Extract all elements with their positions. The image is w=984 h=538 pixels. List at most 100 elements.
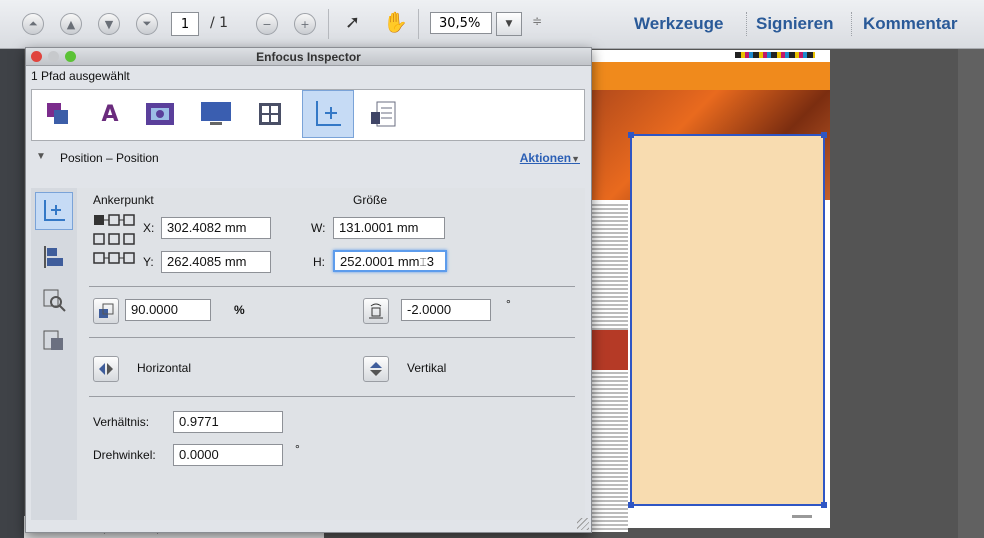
angle-field[interactable]: 0.0000 bbox=[173, 444, 283, 466]
chevron-down-icon: ▼ bbox=[505, 19, 513, 29]
inspector-titlebar[interactable]: Enfocus Inspector bbox=[26, 48, 591, 66]
comment-menu[interactable]: Kommentar bbox=[863, 14, 957, 34]
image-icon bbox=[146, 103, 174, 125]
rotate-button[interactable] bbox=[363, 298, 389, 324]
flip-horizontal-label[interactable]: Horizontal bbox=[137, 361, 191, 375]
toolbar-divider bbox=[328, 9, 329, 39]
selection-handle[interactable] bbox=[821, 502, 827, 508]
tab-image[interactable] bbox=[144, 98, 176, 130]
minus-icon: − bbox=[262, 17, 272, 31]
object-icon bbox=[47, 103, 68, 124]
y-position-field[interactable]: 262.4085 mm bbox=[161, 251, 271, 273]
zoom-out-button[interactable]: − bbox=[256, 13, 278, 35]
toolbar-overflow-icon[interactable]: ≑ bbox=[532, 14, 542, 28]
tools-menu[interactable]: Werkzeuge bbox=[634, 14, 723, 34]
transform-icon bbox=[43, 330, 63, 350]
last-page-icon: ⏷ bbox=[142, 17, 152, 30]
x-position-field[interactable]: 302.4082 mm bbox=[161, 217, 271, 239]
selection-status: 1 Pfad ausgewählt bbox=[31, 69, 130, 83]
grid-icon bbox=[259, 103, 281, 125]
subtab-align[interactable] bbox=[35, 238, 73, 276]
position-panel: Ankerpunkt Größe X: 302.4082 mm Y: 262.4… bbox=[77, 188, 585, 520]
tab-layout[interactable] bbox=[254, 98, 286, 130]
subtab-transform[interactable] bbox=[35, 322, 73, 360]
angle-unit: ° bbox=[295, 442, 300, 456]
actions-menu[interactable]: Aktionen▼ bbox=[520, 151, 580, 165]
first-page-button[interactable]: ⏶ bbox=[22, 13, 44, 35]
rotate-field[interactable]: -2.0000 bbox=[401, 299, 491, 321]
height-field[interactable]: 252.0001 mm⌶3 bbox=[333, 250, 447, 272]
anchor-label: Ankerpunkt bbox=[93, 193, 154, 207]
width-label: W: bbox=[311, 221, 326, 235]
select-arrow-icon[interactable]: ➚ bbox=[345, 12, 360, 33]
tab-text[interactable]: A bbox=[94, 98, 126, 130]
flip-vertical-label[interactable]: Vertikal bbox=[407, 361, 446, 375]
hand-tool-icon[interactable]: ✋ bbox=[383, 10, 408, 34]
selection-handle[interactable] bbox=[628, 132, 634, 138]
resize-handle[interactable] bbox=[577, 518, 589, 530]
zoom-in-button[interactable]: + bbox=[294, 13, 316, 35]
enfocus-inspector-panel: Enfocus Inspector 1 Pfad ausgewählt A ▼ … bbox=[25, 47, 592, 533]
scale-field[interactable]: 90.0000 bbox=[125, 299, 211, 321]
next-page-button[interactable]: ▼ bbox=[98, 13, 120, 35]
flip-horizontal-button[interactable] bbox=[93, 356, 119, 382]
typed-character: 3 bbox=[426, 254, 434, 269]
orange-header-band bbox=[570, 62, 830, 90]
percent-unit: % bbox=[234, 303, 245, 317]
angle-label: Drehwinkel: bbox=[93, 448, 156, 462]
page-number-input[interactable]: 1 bbox=[171, 12, 199, 36]
height-label: H: bbox=[313, 255, 325, 269]
inspector-tab-bar: A bbox=[31, 89, 585, 141]
flip-horizontal-icon bbox=[99, 363, 113, 375]
menu-divider bbox=[746, 12, 748, 36]
position-icon bbox=[316, 101, 341, 126]
subtab-inspect[interactable] bbox=[35, 280, 73, 318]
previous-page-button[interactable]: ▲ bbox=[60, 13, 82, 35]
flip-vertical-button[interactable] bbox=[363, 356, 389, 382]
divider bbox=[89, 337, 575, 338]
rotate-icon bbox=[369, 303, 383, 319]
arrow-up-icon: ▲ bbox=[66, 17, 76, 31]
right-panel-edge bbox=[958, 48, 984, 538]
magnify-doc-icon bbox=[43, 289, 66, 312]
x-label: X: bbox=[143, 221, 155, 235]
position-subtab-column bbox=[31, 188, 77, 520]
sign-menu[interactable]: Signieren bbox=[756, 14, 833, 34]
selection-handle[interactable] bbox=[821, 132, 827, 138]
last-page-button[interactable]: ⏷ bbox=[136, 13, 158, 35]
text-cursor-icon: ⌶ bbox=[419, 255, 427, 269]
align-icon bbox=[44, 246, 63, 268]
size-label: Größe bbox=[353, 193, 388, 207]
plus-icon: + bbox=[300, 17, 310, 31]
first-page-icon: ⏶ bbox=[28, 17, 38, 30]
disclosure-triangle-icon[interactable]: ▼ bbox=[36, 151, 46, 162]
left-navigation-strip bbox=[0, 48, 24, 538]
subtab-position[interactable] bbox=[35, 192, 73, 230]
y-label: Y: bbox=[143, 255, 154, 269]
ratio-label: Verhältnis: bbox=[93, 415, 150, 429]
zoom-field[interactable]: 30,5% bbox=[430, 12, 492, 34]
monitor-icon bbox=[201, 102, 231, 125]
width-field[interactable]: 131.0001 mm bbox=[333, 217, 445, 239]
selected-path[interactable] bbox=[628, 132, 827, 508]
degree-unit: ° bbox=[506, 297, 511, 311]
zoom-dropdown-button[interactable]: ▼ bbox=[496, 12, 522, 36]
tab-info[interactable] bbox=[368, 98, 400, 130]
print-color-bar bbox=[735, 52, 815, 58]
ratio-field[interactable]: 0.9771 bbox=[173, 411, 283, 433]
selection-handle[interactable] bbox=[628, 502, 634, 508]
tab-color[interactable] bbox=[200, 98, 232, 130]
page-total: / 1 bbox=[210, 15, 229, 31]
flip-vertical-icon bbox=[370, 362, 382, 376]
info-document-icon bbox=[371, 101, 396, 127]
menu-divider bbox=[851, 12, 853, 36]
divider bbox=[89, 286, 575, 287]
position-icon bbox=[44, 200, 65, 221]
page-footer-mark bbox=[792, 515, 812, 518]
actions-label: Aktionen bbox=[519, 151, 572, 165]
tab-position[interactable] bbox=[302, 90, 354, 138]
document-page[interactable] bbox=[570, 50, 830, 532]
scale-button[interactable] bbox=[93, 298, 119, 324]
tab-object[interactable] bbox=[42, 98, 74, 130]
anchor-point-grid-icon[interactable] bbox=[93, 210, 137, 268]
